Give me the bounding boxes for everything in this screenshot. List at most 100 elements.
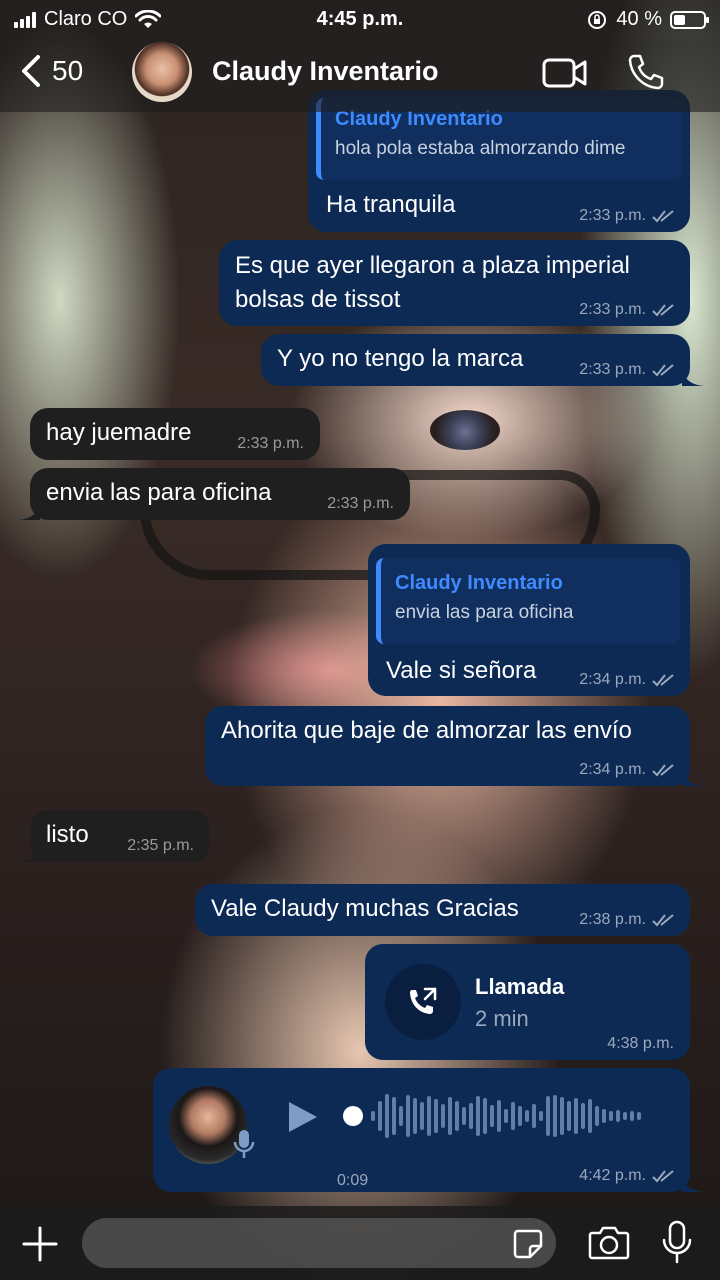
waveform-bar (497, 1100, 501, 1132)
contact-avatar[interactable] (132, 42, 192, 102)
voice-duration: 0:09 (337, 1172, 369, 1189)
message-time: 2:33 p.m. (327, 495, 394, 512)
waveform-bar (637, 1112, 641, 1120)
message-meta: 2:35 p.m. (127, 836, 194, 856)
waveform-bar (448, 1097, 452, 1135)
microphone-icon (233, 1130, 255, 1158)
waveform-bar (616, 1110, 620, 1122)
waveform-bar (609, 1111, 613, 1121)
waveform-bar (623, 1112, 627, 1120)
contact-name[interactable]: Claudy Inventario (212, 56, 439, 87)
message-text: Ahorita que baje de almorzar las envío (221, 717, 632, 744)
bubble-tail (682, 368, 704, 386)
message-meta: 4:42 p.m. (579, 1166, 674, 1186)
message-time: 4:42 p.m. (579, 1167, 646, 1184)
play-button[interactable] (287, 1100, 319, 1144)
message-time: 2:33 p.m. (237, 435, 304, 452)
waveform-bar (441, 1104, 445, 1128)
waveform-bar (392, 1097, 396, 1135)
waveform-bar (588, 1099, 592, 1133)
double-check-icon (652, 1170, 674, 1183)
attach-button[interactable] (22, 1226, 58, 1267)
battery-icon (670, 10, 709, 29)
message-meta: 2:33 p.m. (579, 360, 674, 380)
message-meta: 2:34 p.m. (579, 670, 674, 690)
playback-scrubber[interactable] (343, 1106, 363, 1126)
waveform-bar (525, 1110, 529, 1122)
message-time: 2:34 p.m. (579, 761, 646, 778)
call-title: Llamada (475, 974, 565, 999)
message-input[interactable] (82, 1218, 556, 1268)
waveform-bar (581, 1103, 585, 1129)
message-meta: 2:38 p.m. (579, 910, 674, 930)
plus-icon (22, 1226, 58, 1262)
call-duration: 2 min (475, 1006, 529, 1031)
message-bubble-outgoing[interactable]: Es que ayer llegaron a plaza imperial bo… (219, 240, 690, 326)
waveform-bar (630, 1111, 634, 1121)
message-text: Ha tranquila (326, 191, 456, 218)
chevron-left-icon (22, 55, 40, 87)
waveform-bar (462, 1107, 466, 1125)
waveform-bar (595, 1106, 599, 1126)
waveform-bar (539, 1111, 543, 1121)
quoted-message[interactable]: Claudy Inventario envia las para oficina (376, 558, 680, 644)
message-time: 2:33 p.m. (579, 207, 646, 224)
message-bubble-outgoing[interactable]: Ahorita que baje de almorzar las envío 2… (205, 706, 704, 786)
waveform-bar (420, 1102, 424, 1130)
play-icon (289, 1102, 317, 1132)
sticker-button[interactable] (512, 1228, 544, 1265)
waveform-bar (385, 1094, 389, 1138)
camera-icon (588, 1226, 630, 1260)
sticker-icon (513, 1229, 543, 1259)
phone-icon (628, 54, 664, 90)
waveform-bar (546, 1096, 550, 1136)
bubble-tail (18, 502, 40, 520)
voice-record-button[interactable] (662, 1220, 692, 1269)
waveform-bar (413, 1098, 417, 1134)
message-bubble-outgoing[interactable]: Y yo no tengo la marca 2:33 p.m. (261, 334, 704, 386)
message-time: 2:38 p.m. (579, 911, 646, 928)
orientation-lock-icon (588, 10, 607, 29)
voice-waveform[interactable] (371, 1091, 641, 1141)
video-call-button[interactable] (542, 56, 588, 95)
message-bubble-incoming[interactable]: envia las para oficina 2:33 p.m. (18, 468, 410, 520)
waveform-bar (378, 1101, 382, 1131)
double-check-icon (652, 364, 674, 377)
message-time: 2:33 p.m. (579, 301, 646, 318)
quoted-sender: Claudy Inventario (395, 572, 563, 594)
waveform-bar (371, 1111, 375, 1121)
message-meta: 2:33 p.m. (237, 434, 304, 454)
quoted-text: envia las para oficina (395, 602, 574, 623)
waveform-bar (553, 1095, 557, 1137)
waveform-bar (511, 1102, 515, 1130)
waveform-bar (483, 1098, 487, 1134)
chat-header: 50 Claudy Inventario (0, 40, 720, 112)
voice-call-button[interactable] (626, 52, 666, 97)
call-card[interactable]: Llamada 2 min 4:38 p.m. (365, 944, 690, 1060)
message-meta: 2:33 p.m. (327, 494, 394, 514)
camera-button[interactable] (588, 1224, 630, 1265)
waveform-bar (476, 1096, 480, 1136)
waveform-bar (504, 1109, 508, 1123)
video-camera-icon (542, 58, 587, 88)
message-text: Vale si señora (386, 657, 537, 684)
outgoing-call-icon (410, 987, 437, 1014)
waveform-bar (427, 1096, 431, 1136)
bubble-tail (18, 844, 40, 862)
back-button[interactable]: 50 (20, 54, 83, 88)
bubble-tail (682, 768, 704, 786)
voice-message[interactable]: 0:09 4:42 p.m. (153, 1068, 704, 1192)
message-time: 2:34 p.m. (579, 671, 646, 688)
waveform-bar (434, 1099, 438, 1133)
waveform-bar (532, 1104, 536, 1128)
waveform-bar (518, 1106, 522, 1126)
message-bubble-incoming[interactable]: hay juemadre 2:33 p.m. (30, 408, 320, 460)
message-bubble-outgoing[interactable]: Claudy Inventario envia las para oficina… (368, 544, 690, 696)
message-bubble-outgoing[interactable]: Vale Claudy muchas Gracias 2:38 p.m. (195, 884, 690, 936)
quoted-text: hola pola estaba almorzando dime (335, 138, 626, 159)
double-check-icon (652, 764, 674, 777)
double-check-icon (652, 914, 674, 927)
message-meta: 2:34 p.m. (579, 760, 674, 780)
waveform-bar (567, 1101, 571, 1131)
message-bubble-incoming[interactable]: listo 2:35 p.m. (18, 810, 210, 862)
